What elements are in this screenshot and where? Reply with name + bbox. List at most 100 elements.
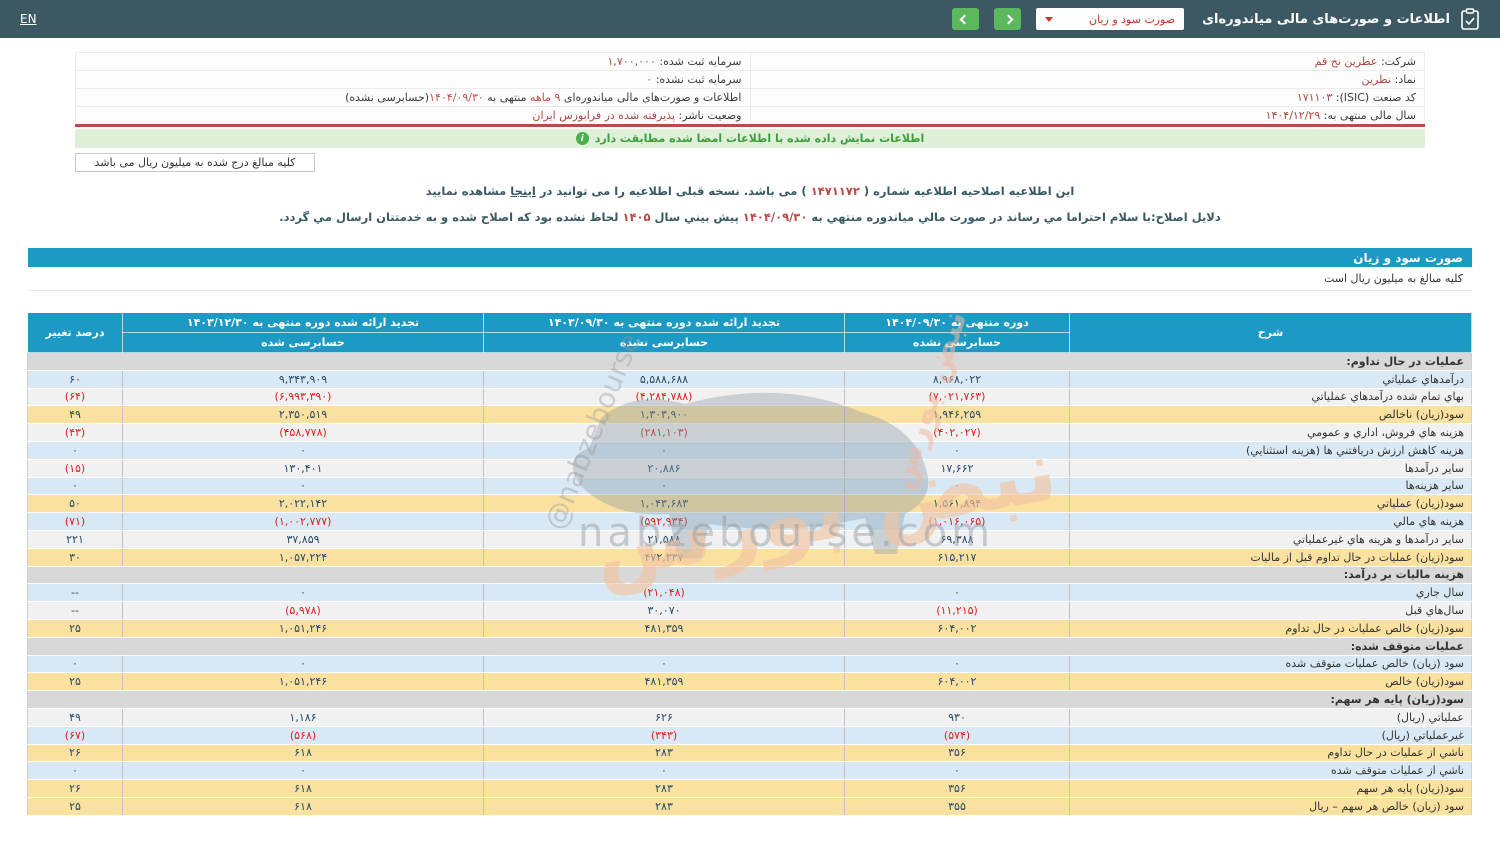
language-toggle-en[interactable]: EN bbox=[20, 12, 37, 26]
section-label: هزینه مالیات بر درآمد: bbox=[27, 566, 1472, 585]
previous-version-link[interactable]: اینجا bbox=[510, 184, 536, 198]
cell-value: -- bbox=[27, 583, 123, 603]
reason-date2: ۱۴۰۵ bbox=[622, 210, 651, 224]
cell-value: (۲۸۱,۱۰۳) bbox=[483, 423, 845, 442]
table-row: هزینه هاي مالي (۱,۰۱۶,۰۶۵) (۵۹۲,۹۳۴) (۱,۰۰۲… bbox=[27, 512, 1472, 531]
cell-value: ۰ bbox=[122, 583, 484, 603]
symbol-value: نطرین bbox=[1361, 73, 1392, 86]
cell-value: ۱,۵۶۱,۸۹۴ bbox=[844, 494, 1070, 514]
col-restated-prior-period: تجدید ارائه شده دوره منتهی به ۱۴۰۳/۰۹/۳۰ bbox=[483, 312, 845, 333]
cell-value: ۱,۱۸۶ bbox=[122, 708, 484, 727]
cell-value: ۰ bbox=[483, 655, 845, 674]
cell-value: (۱۵) bbox=[27, 459, 123, 478]
section-row: عملیات متوقف شده: bbox=[27, 637, 1472, 656]
statement-type-dropdown[interactable]: صورت سود و زیان bbox=[1036, 8, 1185, 30]
table-row: سود(زیان) خالص عملیات در حال تداوم ۶۰۴,۰۰… bbox=[27, 619, 1472, 638]
cell-value: ۵۰ bbox=[27, 494, 123, 514]
statement-section-header: صورت سود و زیان bbox=[28, 248, 1472, 267]
next-statement-button[interactable] bbox=[994, 8, 1022, 30]
cell-value: (۷۱) bbox=[27, 512, 123, 531]
cell-value: ۳۰ bbox=[27, 548, 123, 567]
table-row: عملیاتي (ریال) ۹۳۰ ۶۲۶ ۱,۱۸۶ ۴۹ bbox=[27, 708, 1472, 727]
prev-statement-button[interactable] bbox=[952, 8, 980, 30]
fiscal-year-value: ۱۴۰۴/۱۲/۲۹ bbox=[1265, 109, 1321, 122]
cell-value: ۵,۵۸۸,۶۸۸ bbox=[483, 370, 845, 389]
cell-value: ۶۹,۳۸۸ bbox=[844, 530, 1070, 549]
income-statement-table: شرح دوره منتهی به ۱۴۰۴/۰۹/۳۰ تجدید ارائه… bbox=[27, 312, 1472, 816]
info-row: کد صنعت (ISIC): ۱۷۱۱۰۳ اطلاعات و صورت‌ها… bbox=[75, 88, 1425, 107]
cell-value: ۶۰۴,۰۰۲ bbox=[844, 619, 1070, 638]
cell-value: ۲۵ bbox=[27, 619, 123, 638]
cell-value: ۱۷,۶۶۲ bbox=[844, 459, 1070, 478]
row-label: سال‌هاي قبل bbox=[1069, 601, 1472, 620]
cell-value: ۱,۰۵۱,۲۴۶ bbox=[122, 672, 484, 692]
cell-value: ۰ bbox=[122, 761, 484, 781]
cell-value: ۰ bbox=[483, 477, 845, 496]
section-label: عملیات متوقف شده: bbox=[27, 637, 1472, 656]
col-description: شرح bbox=[1069, 312, 1472, 353]
dropdown-selected-value: صورت سود و زیان bbox=[1089, 12, 1176, 26]
issuer-status-value: پذیرفته شده در فرابورس ایران bbox=[532, 109, 676, 122]
col-current-period-audit: حسابرسی نشده bbox=[844, 332, 1070, 353]
isic-label: کد صنعت (ISIC): bbox=[1335, 91, 1416, 104]
clipboard-icon bbox=[1461, 8, 1479, 30]
cell-value: ۰ bbox=[27, 761, 123, 781]
col-prior-period-audit: حسابرسی نشده bbox=[483, 332, 845, 353]
row-label: سود (زیان) خالص عملیات متوقف شده bbox=[1069, 655, 1472, 674]
reason-p1: دلایل اصلاح:با سلام احتراما مي رساند در … bbox=[811, 210, 1221, 224]
chevron-left-icon bbox=[959, 14, 970, 24]
cell-value: (۴۵۸,۷۷۸) bbox=[122, 423, 484, 442]
table-row: سود(زیان) پایه هر سهم ۳۵۶ ۲۸۳ ۶۱۸ ۲۶ bbox=[27, 779, 1472, 798]
section-row: عملیات در حال تداوم: bbox=[27, 352, 1472, 371]
cell-value: ۳۵۵ bbox=[844, 797, 1070, 816]
cell-value: ۴۹ bbox=[27, 405, 123, 425]
table-row: سود(زیان) عملیات در حال تداوم قبل از مال… bbox=[27, 548, 1472, 567]
table-row: درآمدهاي عملیاتي ۸,۹۶۸,۰۲۲ ۵,۵۸۸,۶۸۸ ۹,۳۴۳,… bbox=[27, 370, 1472, 389]
period-pre: اطلاعات و صورت‌های مالی میاندوره‌ای bbox=[563, 91, 742, 104]
cell-value: ۰ bbox=[122, 441, 484, 460]
table-row: ناشي از عملیات متوقف شده ۰ ۰ ۰ ۰ bbox=[27, 761, 1472, 781]
table-row: ناشي از عملیات در حال تداوم ۳۵۶ ۲۸۳ ۶۱۸ ۲۶ bbox=[27, 744, 1472, 763]
row-label: سود(زیان) خالص bbox=[1069, 672, 1472, 692]
cell-value: ۱,۰۴۳,۶۸۳ bbox=[483, 494, 845, 514]
col-current-period: دوره منتهی به ۱۴۰۴/۰۹/۳۰ bbox=[844, 312, 1070, 333]
header-controls: اطلاعات و صورت‌های مالی میاندوره‌ای صورت… bbox=[952, 8, 1480, 30]
unregistered-capital-value: ۰ bbox=[646, 73, 653, 86]
section-label: سود(زیان) پایه هر سهم: bbox=[27, 690, 1472, 709]
section-row: سود(زیان) پایه هر سهم: bbox=[27, 690, 1472, 709]
cell-value: -- bbox=[27, 601, 123, 620]
table-row: بهاي تمام شده درآمدهاي عملیاتي (۷,۰۲۱,۷۶۳… bbox=[27, 388, 1472, 407]
table-row: سایر درآمدها ۱۷,۶۶۲ ۲۰,۸۸۶ ۱۳۰,۴۰۱ (۱۵) bbox=[27, 459, 1472, 478]
cell-value: ۰ bbox=[27, 441, 123, 460]
notice-mid: ) می باشد. نسخه قبلی اطلاعیه را می توانی… bbox=[539, 184, 807, 198]
row-label: هزینه هاي فروش، اداري و عمومي bbox=[1069, 423, 1472, 442]
row-label: ناشي از عملیات در حال تداوم bbox=[1069, 744, 1472, 763]
page-body: شرکت: عطرین نخ قم سرمایه ثبت شده: ۱,۷۰۰,… bbox=[0, 52, 1500, 816]
chevron-right-icon bbox=[1003, 14, 1014, 24]
cell-value: ۳۷,۸۵۹ bbox=[122, 530, 484, 549]
cell-value: ۰ bbox=[844, 583, 1070, 603]
cell-value: ۰ bbox=[483, 441, 845, 460]
cell-value: ۴۷۲,۳۳۷ bbox=[483, 548, 845, 567]
cell-value: (۵,۹۷۸) bbox=[122, 601, 484, 620]
cell-value: (۴۳) bbox=[27, 423, 123, 442]
notice-pre: این اطلاعیه اصلاحیه اطلاعیه شماره ( bbox=[863, 184, 1075, 198]
section-row: هزینه مالیات بر درآمد: bbox=[27, 566, 1472, 585]
cell-value: ۳۵۶ bbox=[844, 744, 1070, 763]
cell-value: (۴,۲۸۴,۷۸۸) bbox=[483, 388, 845, 407]
unregistered-capital-label: سرمایه ثبت نشده: bbox=[655, 73, 742, 86]
cell-value: (۵۷۴) bbox=[844, 726, 1070, 745]
amendment-notice: این اطلاعیه اصلاحیه اطلاعیه شماره ( ۱۴۷۱… bbox=[40, 184, 1460, 198]
notice-number: ۱۴۷۱۱۷۲ bbox=[810, 184, 860, 198]
info-icon: i bbox=[575, 132, 589, 145]
cell-value: (۱۱,۲۱۵) bbox=[844, 601, 1070, 620]
cell-value: ۲۵ bbox=[27, 797, 123, 816]
cell-value: ۲,۰۲۲,۱۴۲ bbox=[122, 494, 484, 514]
cell-value: (۶۷) bbox=[27, 726, 123, 745]
period-mid: منتهی به bbox=[487, 91, 527, 104]
cell-value: ۴۹ bbox=[27, 708, 123, 727]
row-label: سود(زیان) عملیاتي bbox=[1069, 494, 1472, 514]
cell-value: ۱,۹۴۶,۲۵۹ bbox=[844, 405, 1070, 425]
amounts-unit-box: کلیه مبالغ درج شده به میلیون ریال می باش… bbox=[75, 153, 315, 172]
page-title: اطلاعات و صورت‌های مالی میاندوره‌ای bbox=[1202, 11, 1450, 27]
